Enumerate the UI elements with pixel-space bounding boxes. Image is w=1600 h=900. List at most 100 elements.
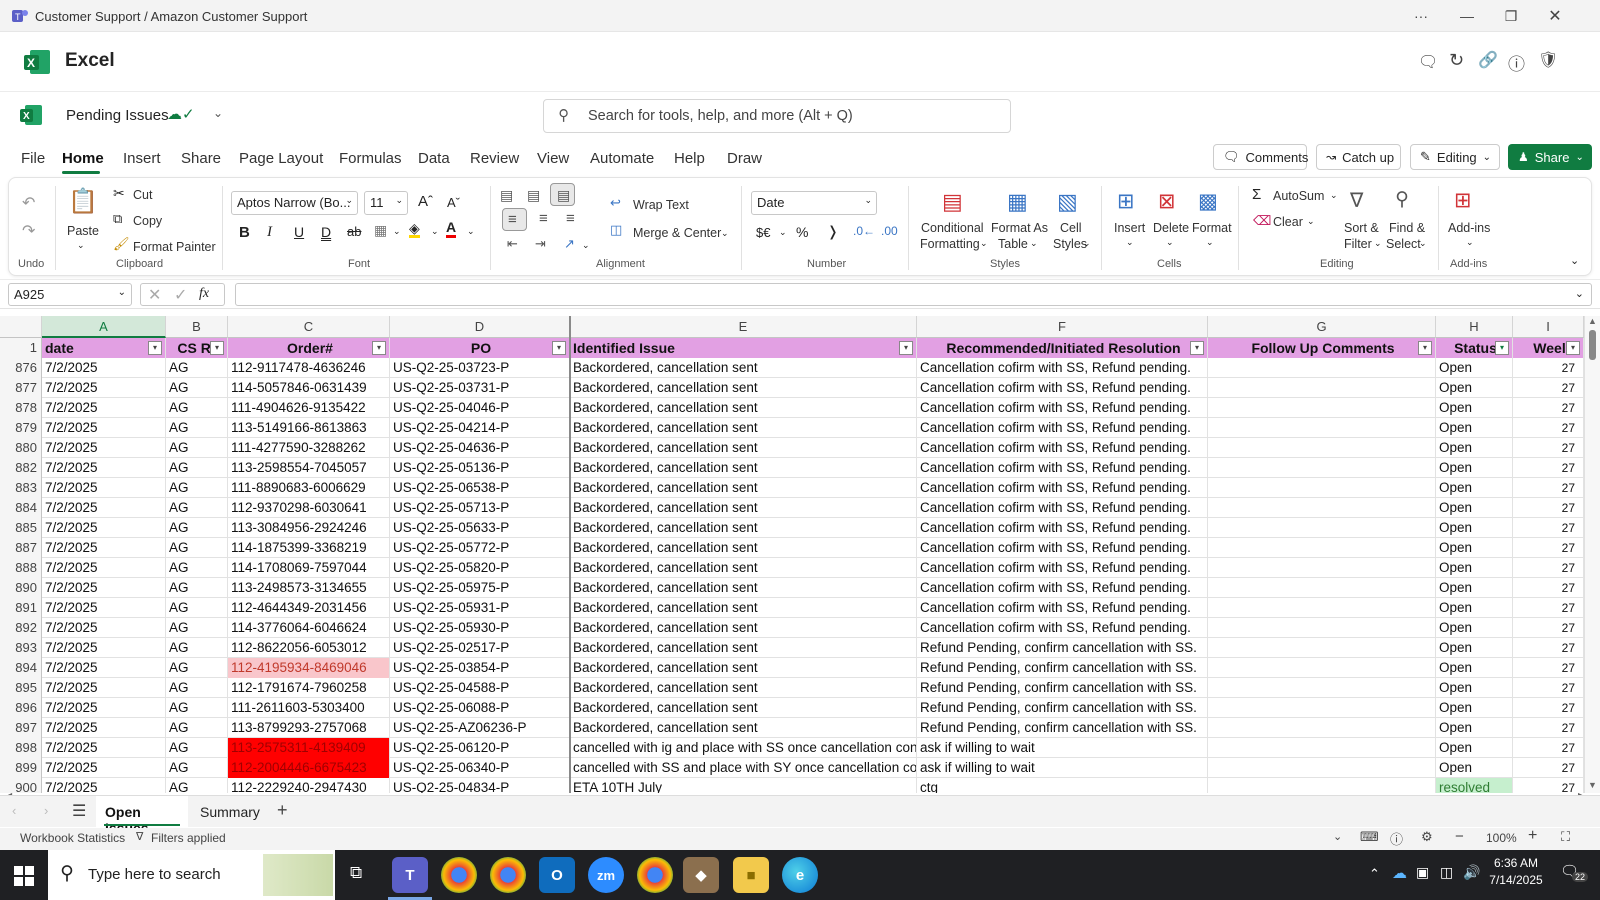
cell-status[interactable]: Open: [1436, 418, 1513, 438]
filter-dropdown-icon[interactable]: ▾: [899, 341, 913, 355]
increase-decimal-icon[interactable]: .0←: [853, 224, 875, 238]
cell-order[interactable]: 113-8799293-2757068: [228, 718, 390, 738]
chevron-down-icon[interactable]: ⌄: [467, 226, 475, 237]
increase-font-icon[interactable]: Aˆ: [418, 193, 433, 210]
row-number[interactable]: 894: [0, 658, 42, 678]
align-bottom-button[interactable]: ▤: [550, 183, 575, 206]
comma-style-icon[interactable]: ❭: [827, 223, 839, 240]
confirm-entry-icon[interactable]: ✓: [174, 285, 187, 305]
cell-po[interactable]: US-Q2-25-05772-P: [390, 538, 570, 558]
more-options-icon[interactable]: ···: [1400, 0, 1442, 32]
filter-dropdown-icon[interactable]: ▾: [1418, 341, 1432, 355]
cell-week[interactable]: 27: [1513, 478, 1584, 498]
header-cell-issue[interactable]: Identified Issue ▾: [570, 338, 917, 358]
filter-dropdown-icon[interactable]: ▾: [148, 341, 162, 355]
addins-icon[interactable]: ⊞: [1454, 188, 1472, 213]
strikethrough-icon[interactable]: ab: [347, 224, 361, 239]
cell-res[interactable]: Cancellation cofirm with SS, Refund pend…: [917, 358, 1208, 378]
cell-date[interactable]: 7/2/2025: [42, 678, 166, 698]
tab-share[interactable]: Share: [181, 150, 221, 167]
cell-res[interactable]: Cancellation cofirm with SS, Refund pend…: [917, 558, 1208, 578]
cell-order[interactable]: 111-4904626-9135422: [228, 398, 390, 418]
cell-issue[interactable]: Backordered, cancellation sent: [570, 698, 917, 718]
cell-po[interactable]: US-Q2-25-05633-P: [390, 518, 570, 538]
row-number[interactable]: 897: [0, 718, 42, 738]
tab-home[interactable]: Home: [62, 150, 104, 167]
cell-week[interactable]: 27: [1513, 618, 1584, 638]
cell-order[interactable]: 113-3084956-2924246: [228, 518, 390, 538]
cell-fu[interactable]: [1208, 658, 1436, 678]
font-size-select[interactable]: 11 ⌄: [364, 191, 408, 215]
cell-status[interactable]: Open: [1436, 618, 1513, 638]
tab-draw[interactable]: Draw: [727, 150, 762, 167]
chevron-down-icon[interactable]: ⌄: [1374, 238, 1382, 249]
expand-formula-icon[interactable]: ⌄: [1575, 287, 1584, 300]
column-header-h[interactable]: H: [1436, 316, 1513, 338]
cell-fu[interactable]: [1208, 478, 1436, 498]
borders-icon[interactable]: ▦: [374, 222, 387, 239]
sort-filter-label[interactable]: Sort &: [1344, 221, 1379, 235]
cell-fu[interactable]: [1208, 698, 1436, 718]
wrap-text-button[interactable]: Wrap Text: [633, 198, 689, 212]
spreadsheet-grid[interactable]: A B C D E F G H I 1 date ▾ CS Re ▾ Order# ▾ PO ▾ Identifie…: [0, 316, 1584, 793]
cell-date[interactable]: 7/2/2025: [42, 398, 166, 418]
cell-res[interactable]: Cancellation cofirm with SS, Refund pend…: [917, 618, 1208, 638]
cell-fu[interactable]: [1208, 598, 1436, 618]
cell-res[interactable]: Cancellation cofirm with SS, Refund pend…: [917, 378, 1208, 398]
workbook-statistics[interactable]: Workbook Statistics: [20, 831, 125, 845]
fill-color-icon[interactable]: ◈: [409, 221, 420, 238]
cell-status[interactable]: Open: [1436, 458, 1513, 478]
cell-status[interactable]: Open: [1436, 658, 1513, 678]
cell-date[interactable]: 7/2/2025: [42, 478, 166, 498]
cell-week[interactable]: 27: [1513, 518, 1584, 538]
align-center-icon[interactable]: ≡: [539, 210, 548, 227]
cell-cs[interactable]: AG: [166, 578, 228, 598]
cell-date[interactable]: 7/2/2025: [42, 738, 166, 758]
cell-res[interactable]: Refund Pending, confirm cancellation wit…: [917, 718, 1208, 738]
next-sheet-icon[interactable]: ›: [44, 803, 48, 818]
cell-week[interactable]: 27: [1513, 458, 1584, 478]
cell-fu[interactable]: [1208, 458, 1436, 478]
cell-issue[interactable]: Backordered, cancellation sent: [570, 418, 917, 438]
chevron-down-icon[interactable]: ⌄: [1330, 190, 1338, 201]
cell-po[interactable]: US-Q2-25-02517-P: [390, 638, 570, 658]
cell-po[interactable]: US-Q2-25-06340-P: [390, 758, 570, 778]
cell-res[interactable]: Refund Pending, confirm cancellation wit…: [917, 638, 1208, 658]
header-cell-week[interactable]: Weel ▾: [1513, 338, 1584, 358]
cell-week[interactable]: 27: [1513, 418, 1584, 438]
cell-date[interactable]: 7/2/2025: [42, 598, 166, 618]
cell-order[interactable]: 112-1791674-7960258: [228, 678, 390, 698]
cell-week[interactable]: 27: [1513, 658, 1584, 678]
cell-issue[interactable]: Backordered, cancellation sent: [570, 658, 917, 678]
cell-fu[interactable]: [1208, 758, 1436, 778]
editing-mode-button[interactable]: ✎ Editing ⌄: [1410, 144, 1500, 170]
font-color-icon[interactable]: A: [446, 220, 457, 238]
cell-week[interactable]: 27: [1513, 498, 1584, 518]
insert-cells-button[interactable]: Insert: [1114, 221, 1145, 235]
format-cells-button[interactable]: Format: [1192, 221, 1232, 235]
format-as-table-label-2[interactable]: Table: [998, 237, 1028, 251]
header-cell-order[interactable]: Order# ▾: [228, 338, 390, 358]
row-number[interactable]: 879: [0, 418, 42, 438]
cell-date[interactable]: 7/2/2025: [42, 538, 166, 558]
decrease-indent-icon[interactable]: ⇤: [507, 236, 518, 252]
cell-po[interactable]: US-Q2-25-06120-P: [390, 738, 570, 758]
undo-icon[interactable]: ↶: [22, 193, 35, 213]
cell-styles-label-2[interactable]: Styles: [1053, 237, 1087, 251]
cell-issue[interactable]: Backordered, cancellation sent: [570, 378, 917, 398]
cell-po[interactable]: US-Q2-25-04834-P: [390, 778, 570, 793]
file-explorer-icon[interactable]: ■: [733, 857, 769, 893]
format-as-table-label[interactable]: Format As: [991, 221, 1048, 235]
cell-fu[interactable]: [1208, 678, 1436, 698]
align-top-icon[interactable]: ▤: [500, 187, 513, 204]
chevron-down-icon[interactable]: ⌄: [980, 238, 988, 249]
cell-status[interactable]: Open: [1436, 598, 1513, 618]
italic-icon[interactable]: I: [267, 224, 272, 241]
row-number[interactable]: 882: [0, 458, 42, 478]
cell-po[interactable]: US-Q2-25-05136-P: [390, 458, 570, 478]
cell-res[interactable]: Refund Pending, confirm cancellation wit…: [917, 698, 1208, 718]
column-header-g[interactable]: G: [1208, 316, 1436, 338]
cell-res[interactable]: Cancellation cofirm with SS, Refund pend…: [917, 578, 1208, 598]
cell-date[interactable]: 7/2/2025: [42, 618, 166, 638]
chevron-down-icon[interactable]: ⌄: [1030, 238, 1038, 249]
